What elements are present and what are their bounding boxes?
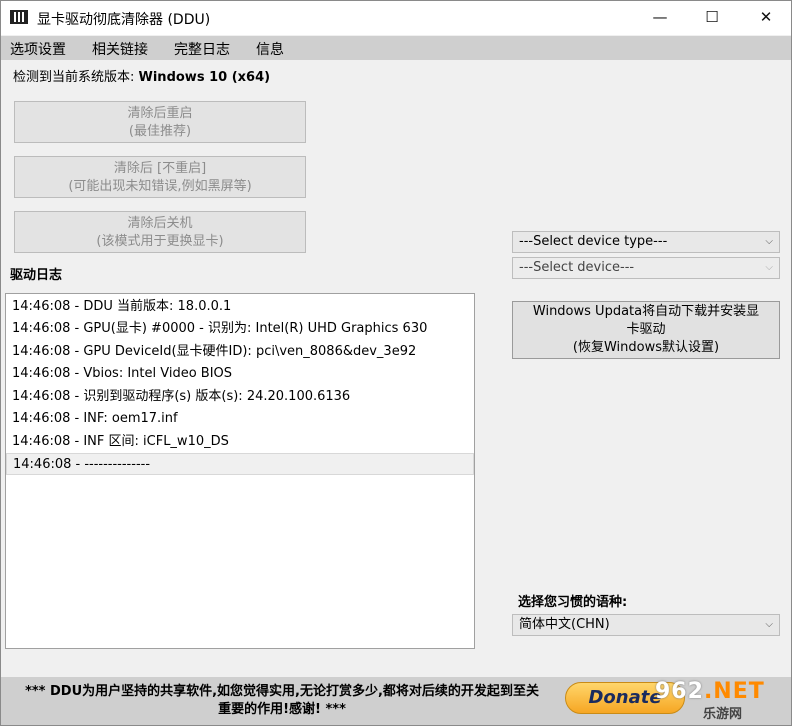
windows-update-label-line1: Windows Updata将自动下载并安装显	[532, 304, 760, 319]
watermark-logo: 962.NET 乐游网	[651, 677, 787, 723]
os-detect-value: Windows 10 (x64)	[138, 70, 271, 85]
chevron-down-icon: ⌵	[765, 236, 773, 247]
log-entry-selected[interactable]: 14:46:08 - --------------	[6, 453, 474, 475]
maximize-button[interactable]: ☐	[689, 1, 735, 33]
minimize-button[interactable]: —	[637, 1, 683, 33]
menu-links[interactable]: 相关链接	[92, 39, 148, 59]
chevron-down-icon: ⌵	[765, 262, 773, 273]
watermark-bottom: 乐游网	[703, 707, 743, 722]
log-list[interactable]: 14:46:08 - DDU 当前版本: 18.0.0.1 14:46:08 -…	[5, 293, 475, 649]
language-select[interactable]: 简体中文(CHN) ⌵	[512, 614, 780, 636]
footer-message-line2: 重要的作用!感谢! ***	[218, 702, 346, 717]
device-select[interactable]: ---Select device--- ⌵	[512, 257, 780, 279]
log-entry[interactable]: 14:46:08 - GPU(显卡) #0000 - 识别为: Intel(R)…	[6, 318, 474, 340]
clean-no-restart-sublabel: (可能出现未知错误,例如黑屏等)	[68, 179, 252, 194]
watermark-net: .NET	[703, 679, 765, 704]
window-title: 显卡驱动彻底清除器 (DDU)	[37, 12, 211, 28]
footer-message-line1: *** DDU为用户坚持的共享软件,如您觉得实用,无论打赏多少,都将对后续的开发…	[25, 684, 539, 699]
menu-bar: 选项设置 相关链接 完整日志 信息	[1, 36, 791, 60]
clean-shutdown-sublabel: (该模式用于更换显卡)	[96, 234, 224, 249]
footer-message: *** DDU为用户坚持的共享软件,如您觉得实用,无论打赏多少,都将对后续的开发…	[7, 683, 557, 719]
clean-restart-button[interactable]: 清除后重启 (最佳推荐)	[14, 101, 306, 143]
windows-update-button[interactable]: Windows Updata将自动下载并安装显 卡驱动 (恢复Windows默认…	[512, 301, 780, 359]
watermark-962: 962	[655, 679, 704, 704]
clean-no-restart-button[interactable]: 清除后 [不重启] (可能出现未知错误,例如黑屏等)	[14, 156, 306, 198]
ddu-grid-icon	[10, 10, 28, 24]
clean-restart-sublabel: (最佳推荐)	[128, 124, 192, 139]
log-entry[interactable]: 14:46:08 - GPU DeviceId(显卡硬件ID): pci\ven…	[6, 341, 474, 363]
device-type-select[interactable]: ---Select device type--- ⌵	[512, 231, 780, 253]
log-entry[interactable]: 14:46:08 - 识别到驱动程序(s) 版本(s): 24.20.100.6…	[6, 386, 474, 408]
os-detect-label: 检测到当前系统版本:	[13, 70, 139, 85]
log-label: 驱动日志	[10, 268, 63, 283]
device-value: ---Select device---	[519, 260, 635, 275]
title-bar: 显卡驱动彻底清除器 (DDU) — ☐ ✕	[1, 1, 791, 35]
log-entry[interactable]: 14:46:08 - Vbios: Intel Video BIOS	[6, 363, 474, 385]
log-entry[interactable]: 14:46:08 - DDU 当前版本: 18.0.0.1	[6, 296, 474, 318]
log-entry[interactable]: 14:46:08 - INF: oem17.inf	[6, 408, 474, 430]
log-entry[interactable]: 14:46:08 - INF 区间: iCFL_w10_DS	[6, 431, 474, 453]
clean-restart-label: 清除后重启	[127, 106, 193, 121]
windows-update-label-line3: (恢复Windows默认设置)	[572, 340, 720, 355]
menu-options[interactable]: 选项设置	[10, 39, 66, 59]
menu-full-log[interactable]: 完整日志	[174, 39, 230, 59]
os-detect-text: 检测到当前系统版本: Windows 10 (x64)	[13, 66, 270, 85]
menu-info[interactable]: 信息	[256, 39, 284, 59]
language-value: 简体中文(CHN)	[519, 617, 610, 632]
clean-shutdown-button[interactable]: 清除后关机 (该模式用于更换显卡)	[14, 211, 306, 253]
language-label: 选择您习惯的语种:	[518, 595, 628, 610]
app-window: 显卡驱动彻底清除器 (DDU) — ☐ ✕ 选项设置 相关链接 完整日志 信息 …	[0, 0, 792, 726]
close-button[interactable]: ✕	[743, 1, 789, 33]
clean-no-restart-label: 清除后 [不重启]	[113, 161, 207, 176]
device-type-value: ---Select device type---	[519, 234, 668, 249]
windows-update-label-line2: 卡驱动	[626, 322, 666, 337]
chevron-down-icon: ⌵	[765, 619, 773, 630]
clean-shutdown-label: 清除后关机	[127, 216, 193, 231]
watermark-top: 962.NET	[655, 679, 765, 704]
